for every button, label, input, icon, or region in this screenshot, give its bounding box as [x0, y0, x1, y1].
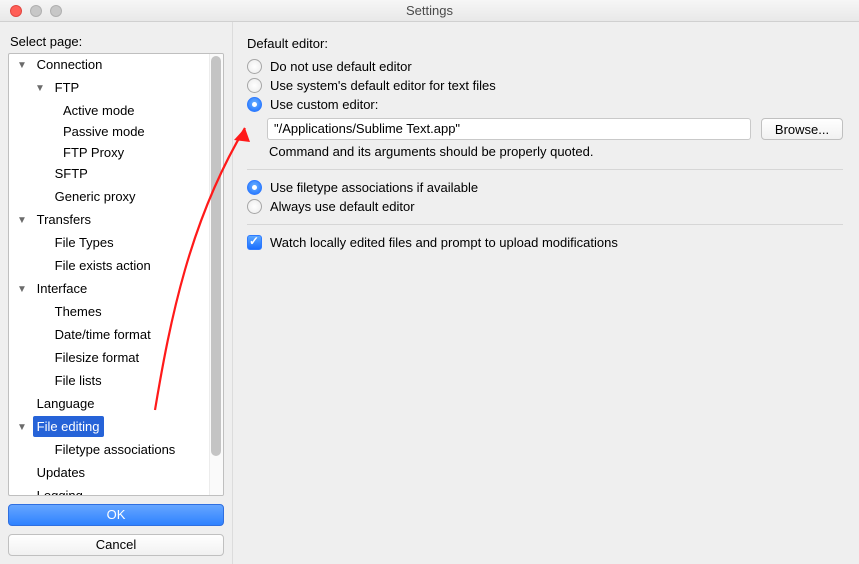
- radio-row-none[interactable]: Do not use default editor: [247, 59, 843, 74]
- dialog-buttons: OK Cancel: [8, 504, 224, 556]
- spacer-icon: [35, 256, 45, 277]
- custom-editor-input[interactable]: "/Applications/Sublime Text.app": [267, 118, 751, 140]
- tree-item-themes[interactable]: Themes: [9, 301, 223, 324]
- tree-item-generic-proxy[interactable]: Generic proxy: [9, 186, 223, 209]
- tree-item-updates[interactable]: Updates: [9, 462, 223, 485]
- radio-icon[interactable]: [247, 97, 262, 112]
- cancel-button[interactable]: Cancel: [8, 534, 224, 556]
- tree-item-file-editing[interactable]: ▼ File editing: [9, 416, 223, 439]
- radio-label: Always use default editor: [270, 199, 415, 214]
- spacer-icon: [35, 233, 45, 254]
- tree-item-file-exists[interactable]: File exists action: [9, 255, 223, 278]
- spacer-icon: [35, 371, 45, 392]
- custom-editor-row: "/Applications/Sublime Text.app" Browse.…: [267, 118, 843, 140]
- spacer-icon: [35, 187, 45, 208]
- scrollbar-thumb[interactable]: [211, 56, 221, 456]
- radio-row-system[interactable]: Use system's default editor for text fil…: [247, 78, 843, 93]
- chevron-down-icon[interactable]: ▼: [17, 210, 27, 231]
- tree-item-connection[interactable]: ▼ Connection: [9, 54, 223, 77]
- chevron-down-icon[interactable]: ▼: [17, 55, 27, 76]
- tree-item-filetype-assoc[interactable]: Filetype associations: [9, 439, 223, 462]
- tree-container: ▼ Connection ▼ FTP Active mode Passive m…: [8, 53, 224, 496]
- tree-item-sftp[interactable]: SFTP: [9, 163, 223, 186]
- scrollbar-track[interactable]: [209, 54, 223, 495]
- separator: [247, 169, 843, 170]
- content: Select page: ▼ Connection ▼ FTP Active m…: [0, 22, 859, 564]
- tree-item-passive-mode[interactable]: Passive mode: [9, 121, 223, 142]
- spacer-icon: [35, 440, 45, 461]
- radio-icon[interactable]: [247, 59, 262, 74]
- tree-item-filesize[interactable]: Filesize format: [9, 347, 223, 370]
- main-panel: Default editor: Do not use default edito…: [233, 22, 859, 564]
- radio-icon[interactable]: [247, 199, 262, 214]
- radio-label: Use filetype associations if available: [270, 180, 478, 195]
- tree-item-logging[interactable]: Logging: [9, 485, 223, 496]
- radio-row-always[interactable]: Always use default editor: [247, 199, 843, 214]
- spacer-icon: [17, 463, 27, 484]
- tree-item-file-lists[interactable]: File lists: [9, 370, 223, 393]
- spacer-icon: [35, 325, 45, 346]
- spacer-icon: [35, 164, 45, 185]
- select-page-label: Select page:: [10, 34, 224, 49]
- chevron-down-icon[interactable]: ▼: [17, 279, 27, 300]
- radio-row-custom[interactable]: Use custom editor:: [247, 97, 843, 112]
- radio-icon[interactable]: [247, 180, 262, 195]
- spacer-icon: [17, 486, 27, 496]
- checkbox-icon[interactable]: [247, 235, 262, 250]
- browse-button[interactable]: Browse...: [761, 118, 843, 140]
- tree-item-active-mode[interactable]: Active mode: [9, 100, 223, 121]
- ok-button[interactable]: OK: [8, 504, 224, 526]
- watch-files-row[interactable]: Watch locally edited files and prompt to…: [247, 235, 843, 250]
- radio-row-assoc[interactable]: Use filetype associations if available: [247, 180, 843, 195]
- tree-item-ftp[interactable]: ▼ FTP: [9, 77, 223, 100]
- window-title: Settings: [0, 3, 859, 18]
- tree-item-language[interactable]: Language: [9, 393, 223, 416]
- tree-item-datetime[interactable]: Date/time format: [9, 324, 223, 347]
- radio-icon[interactable]: [247, 78, 262, 93]
- tree-item-interface[interactable]: ▼ Interface: [9, 278, 223, 301]
- spacer-icon: [35, 348, 45, 369]
- sidebar: Select page: ▼ Connection ▼ FTP Active m…: [0, 22, 233, 564]
- radio-label: Do not use default editor: [270, 59, 412, 74]
- tree-item-file-types[interactable]: File Types: [9, 232, 223, 255]
- radio-label: Use custom editor:: [270, 97, 378, 112]
- tree-item-transfers[interactable]: ▼ Transfers: [9, 209, 223, 232]
- chevron-down-icon[interactable]: ▼: [35, 78, 45, 99]
- chevron-down-icon[interactable]: ▼: [17, 417, 27, 438]
- spacer-icon: [17, 394, 27, 415]
- titlebar: Settings: [0, 0, 859, 22]
- radio-label: Use system's default editor for text fil…: [270, 78, 496, 93]
- settings-tree: ▼ Connection ▼ FTP Active mode Passive m…: [9, 54, 223, 496]
- separator: [247, 224, 843, 225]
- spacer-icon: [35, 302, 45, 323]
- default-editor-label: Default editor:: [247, 36, 843, 51]
- checkbox-label: Watch locally edited files and prompt to…: [270, 235, 618, 250]
- tree-item-ftp-proxy[interactable]: FTP Proxy: [9, 142, 223, 163]
- quoted-help-text: Command and its arguments should be prop…: [269, 144, 843, 159]
